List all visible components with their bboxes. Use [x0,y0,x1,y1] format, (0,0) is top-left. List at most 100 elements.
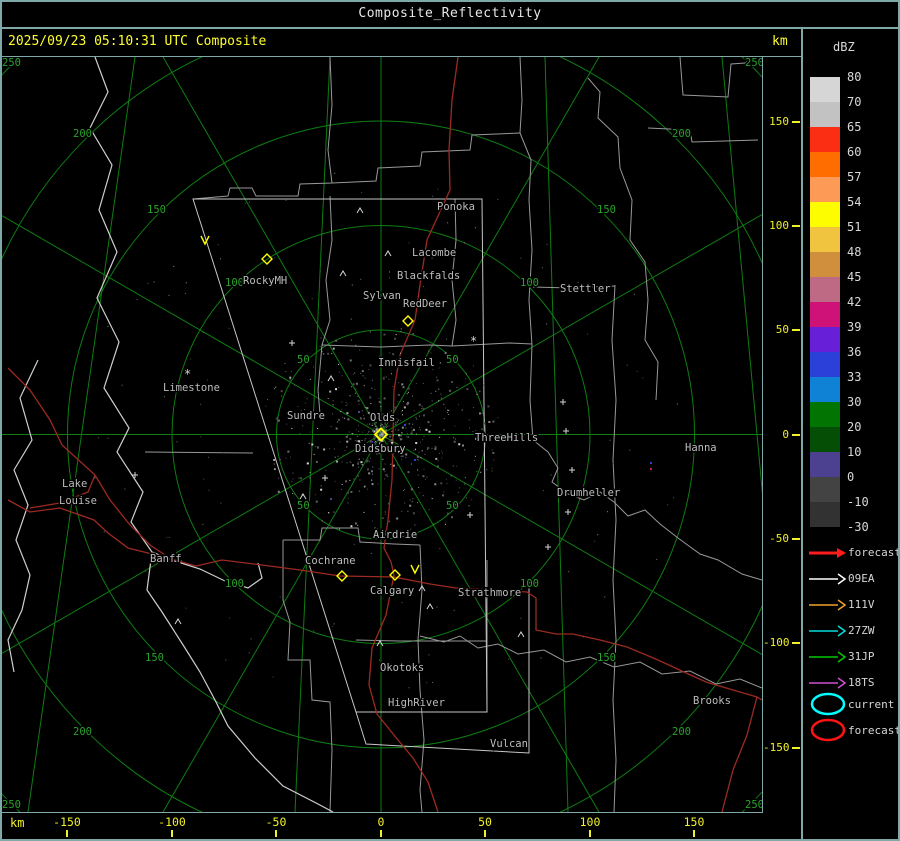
radar-echo-speck [366,407,369,410]
radar-echo-speck [368,472,371,475]
radar-echo-speck [350,525,353,528]
ring-distance-label: 50 [297,500,310,512]
radar-echo-speck [392,434,394,436]
radar-echo-speck [417,474,419,476]
radar-echo-speck [421,405,423,407]
colorbar-tick-label: 39 [847,320,862,334]
radar-echo-speck [358,411,360,413]
radar-echo-speck [375,425,377,427]
radar-echo-speck [397,419,399,421]
y-tick-label: -100 [763,636,790,649]
y-tick-label: 150 [769,115,789,128]
radar-echo-speck [294,385,296,387]
radar-echo-speck [404,334,406,336]
radar-echo-speck [398,429,400,431]
ring-distance-label: 50 [446,354,459,366]
radar-echo-speck [345,436,348,439]
radar-echo-speck [358,466,360,468]
radar-echo-speck [335,339,338,342]
legend-track-label: 18TS [848,676,875,689]
radar-echo-speck [453,440,456,443]
radar-echo-speck [352,373,354,375]
radar-echo-speck [656,559,658,561]
radar-echo-speck [468,419,470,421]
radar-echo-speck [346,446,348,448]
radar-echo-speck [383,333,386,336]
radar-echo-speck [378,659,380,661]
radar-echo-speck [361,464,363,466]
colorbar-swatch [810,177,840,202]
radar-echo-speck [346,462,348,464]
radar-echo-speck [436,379,439,382]
radar-echo-speck [358,434,360,436]
radar-echo-speck [486,469,488,471]
radar-echo-speck [359,349,361,351]
legend-ellipse-forecast [810,718,846,742]
colorbar-swatch [810,402,840,427]
radar-echo-speck [358,528,360,530]
radar-echo-speck [361,364,363,366]
ring-distance-label: 50 [297,354,310,366]
radar-echo-speck [285,199,287,201]
radar-echo-speck [418,403,421,406]
radar-echo-speck [401,432,403,434]
colorbar-tick-label: 80 [847,70,862,84]
radar-echo-speck [371,473,373,475]
radar-echo-speck [321,381,323,383]
radar-echo-speck [384,511,386,513]
radar-echo-speck [474,460,476,462]
radar-echo-speck [248,201,250,203]
radar-echo-speck [330,426,332,428]
y-tick-label: 50 [775,323,789,336]
radar-echo-speck [455,479,457,481]
radar-echo-speck [370,470,373,473]
radar-echo-speck [419,441,421,443]
radar-echo-speck [335,427,338,430]
radar-echo-speck [412,428,415,431]
radar-echo-speck [360,372,362,374]
radar-echo-speck [450,475,452,477]
colorbar-tick-label: 48 [847,245,862,259]
radar-echo-speck [388,277,390,279]
radar-echo-speck [357,475,359,477]
radar-echo-speck [250,638,252,640]
radar-echo-speck [568,571,570,573]
radar-echo-speck [604,596,606,598]
radar-echo-speck [351,339,353,341]
radar-echo-speck [273,458,276,461]
radar-echo-speck [439,436,441,438]
radar-echo-speck [275,386,277,388]
radar-echo-speck [382,517,384,519]
colorbar-tick-label: 42 [847,295,862,309]
colorbar-swatch [810,302,840,327]
radar-echo-speck [367,459,369,461]
radar-echo-speck [425,428,428,431]
radar-echo-speck [305,402,307,404]
radar-echo-speck [267,399,269,401]
radar-echo-speck [361,370,364,373]
colorbar-tick-label: 30 [847,395,862,409]
radar-echo-speck [340,410,342,412]
radar-echo-speck [400,352,402,354]
radar-echo-speck [334,456,336,458]
radar-echo-speck [482,422,485,425]
radar-echo-speck [373,427,375,429]
radar-echo-speck [361,439,363,441]
radar-echo-speck [473,484,475,486]
radar-echo-speck [289,456,291,458]
radar-echo-speck [383,397,386,400]
radar-echo-speck [474,455,476,457]
colorbar-swatch [810,377,840,402]
radar-echo-speck [363,511,365,513]
radar-echo-speck [356,420,358,422]
radar-echo-speck [423,286,425,288]
radial-line [380,57,600,435]
radar-echo-speck [354,392,356,394]
radar-echo-speck [412,498,414,500]
radar-echo-speck [281,469,283,471]
radar-echo-speck [382,468,385,471]
radar-echo-speck [277,419,280,422]
radar-echo-speck [456,465,458,467]
radar-echo-speck [341,461,343,463]
colorbar-swatch [810,327,840,352]
